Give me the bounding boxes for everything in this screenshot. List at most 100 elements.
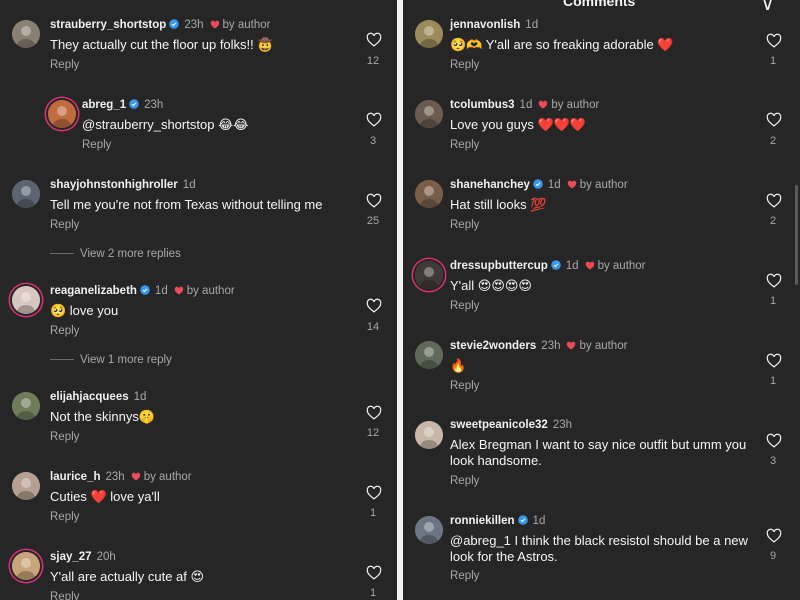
verified-badge-icon — [517, 515, 528, 525]
reply-button[interactable]: Reply — [50, 219, 79, 231]
comment-time: 1d — [525, 19, 539, 31]
avatar[interactable] — [12, 286, 40, 314]
like-count: 25 — [366, 215, 380, 227]
comment-time: 1d — [565, 260, 579, 272]
comment-meta: shanehanchey 1d by author — [450, 179, 628, 191]
reply-button[interactable]: Reply — [50, 591, 79, 600]
username[interactable]: abreg_1 — [82, 99, 126, 111]
username[interactable]: shayjohnstonhighroller — [50, 179, 178, 191]
heart-outline-icon[interactable] — [766, 112, 782, 127]
comment-time: 23h — [184, 19, 204, 31]
avatar[interactable] — [12, 552, 40, 580]
view-more-replies-link[interactable]: View 2 more replies — [50, 248, 181, 260]
comment-time: 23h — [105, 471, 125, 483]
comment-text: Love you guys ❤️❤️❤️ — [450, 117, 587, 132]
heart-outline-icon[interactable] — [366, 565, 382, 580]
heart-outline-icon[interactable] — [366, 298, 382, 313]
reply-button[interactable]: Reply — [450, 570, 479, 582]
chevron-down-icon[interactable]: ∨ — [761, 0, 774, 15]
heart-outline-icon[interactable] — [766, 528, 782, 543]
heart-outline-icon[interactable] — [366, 485, 382, 500]
heart-outline-icon[interactable] — [366, 405, 382, 420]
avatar[interactable] — [415, 516, 443, 544]
reply-thread-line — [50, 253, 74, 255]
like-count: 14 — [366, 321, 380, 333]
avatar[interactable] — [12, 180, 40, 208]
comment-meta: ronniekillen 1d — [450, 515, 545, 527]
username[interactable]: sjay_27 — [50, 551, 92, 563]
left-comment-panel: strauberry_shortstop 23h by author They act… — [0, 0, 397, 600]
view-more-label: View 2 more replies — [80, 248, 181, 260]
comment-text: Alex Bregman I want to say nice outfit b… — [450, 437, 747, 468]
username[interactable]: strauberry_shortstop — [50, 19, 166, 31]
avatar[interactable] — [12, 20, 40, 48]
like-count: 1 — [769, 375, 777, 387]
avatar[interactable] — [415, 421, 443, 449]
comment-meta: strauberry_shortstop 23h by author — [50, 19, 270, 31]
reply-button[interactable]: Reply — [50, 431, 79, 443]
heart-outline-icon[interactable] — [366, 112, 382, 127]
comment-meta: elijahjacquees 1d — [50, 391, 146, 403]
avatar[interactable] — [415, 261, 443, 289]
comment-text: Y'all 😍😍😍😍 — [450, 278, 532, 293]
heart-filled-icon — [566, 341, 576, 350]
reply-button[interactable]: Reply — [82, 139, 111, 151]
reply-button[interactable]: Reply — [450, 139, 479, 151]
heart-outline-icon[interactable] — [766, 353, 782, 368]
username[interactable]: sweetpeanicole32 — [450, 419, 548, 431]
avatar[interactable] — [48, 100, 76, 128]
by-author-label: by author — [186, 285, 235, 297]
username[interactable]: stevie2wonders — [450, 340, 536, 352]
avatar[interactable] — [415, 180, 443, 208]
comment-text: Not the skinnys🤫 — [50, 409, 156, 424]
username[interactable]: tcolumbus3 — [450, 99, 515, 111]
comment-meta: dressupbuttercup 1d by author — [450, 260, 646, 272]
avatar[interactable] — [415, 20, 443, 48]
heart-outline-icon[interactable] — [366, 193, 382, 208]
comment-text: @abreg_1 I think the black resistol shou… — [450, 533, 748, 564]
comment-meta: sjay_27 20h — [50, 551, 116, 563]
avatar[interactable] — [12, 472, 40, 500]
reply-button[interactable]: Reply — [50, 325, 79, 337]
heart-outline-icon[interactable] — [766, 193, 782, 208]
comment-time: 1d — [532, 515, 546, 527]
comment-time: 23h — [144, 99, 164, 111]
comments-header-title: Comments — [563, 0, 636, 9]
heart-outline-icon[interactable] — [766, 273, 782, 288]
view-more-replies-link[interactable]: View 1 more reply — [50, 354, 172, 366]
username[interactable]: dressupbuttercup — [450, 260, 548, 272]
avatar[interactable] — [12, 392, 40, 420]
by-author-label: by author — [579, 340, 628, 352]
avatar[interactable] — [415, 341, 443, 369]
reply-button[interactable]: Reply — [450, 380, 479, 392]
comment-text: Tell me you're not from Texas without te… — [50, 197, 323, 212]
reply-button[interactable]: Reply — [450, 300, 479, 312]
comment-meta: tcolumbus3 1d by author — [450, 99, 599, 111]
like-count: 3 — [369, 135, 377, 147]
heart-outline-icon[interactable] — [766, 33, 782, 48]
heart-outline-icon[interactable] — [366, 32, 382, 47]
reply-button[interactable]: Reply — [450, 475, 479, 487]
username[interactable]: jennavonlish — [450, 19, 520, 31]
comment-meta: laurice_h 23h by author — [50, 471, 192, 483]
avatar[interactable] — [415, 100, 443, 128]
username[interactable]: shanehanchey — [450, 179, 530, 191]
scrollbar[interactable] — [795, 185, 798, 285]
heart-filled-icon — [131, 472, 141, 481]
username[interactable]: reaganelizabeth — [50, 285, 137, 297]
reply-button[interactable]: Reply — [50, 59, 79, 71]
like-count: 1 — [769, 295, 777, 307]
reply-button[interactable]: Reply — [450, 59, 479, 71]
username[interactable]: elijahjacquees — [50, 391, 129, 403]
by-author-label: by author — [551, 99, 600, 111]
comment-time: 23h — [541, 340, 561, 352]
username[interactable]: ronniekillen — [450, 515, 515, 527]
reply-button[interactable]: Reply — [450, 219, 479, 231]
by-author-label: by author — [579, 179, 628, 191]
reply-button[interactable]: Reply — [50, 511, 79, 523]
username[interactable]: laurice_h — [50, 471, 101, 483]
comment-time: 1d — [547, 179, 561, 191]
heart-outline-icon[interactable] — [766, 433, 782, 448]
comment-text: Hat still looks 💯 — [450, 197, 547, 212]
comment-time: 1d — [133, 391, 147, 403]
